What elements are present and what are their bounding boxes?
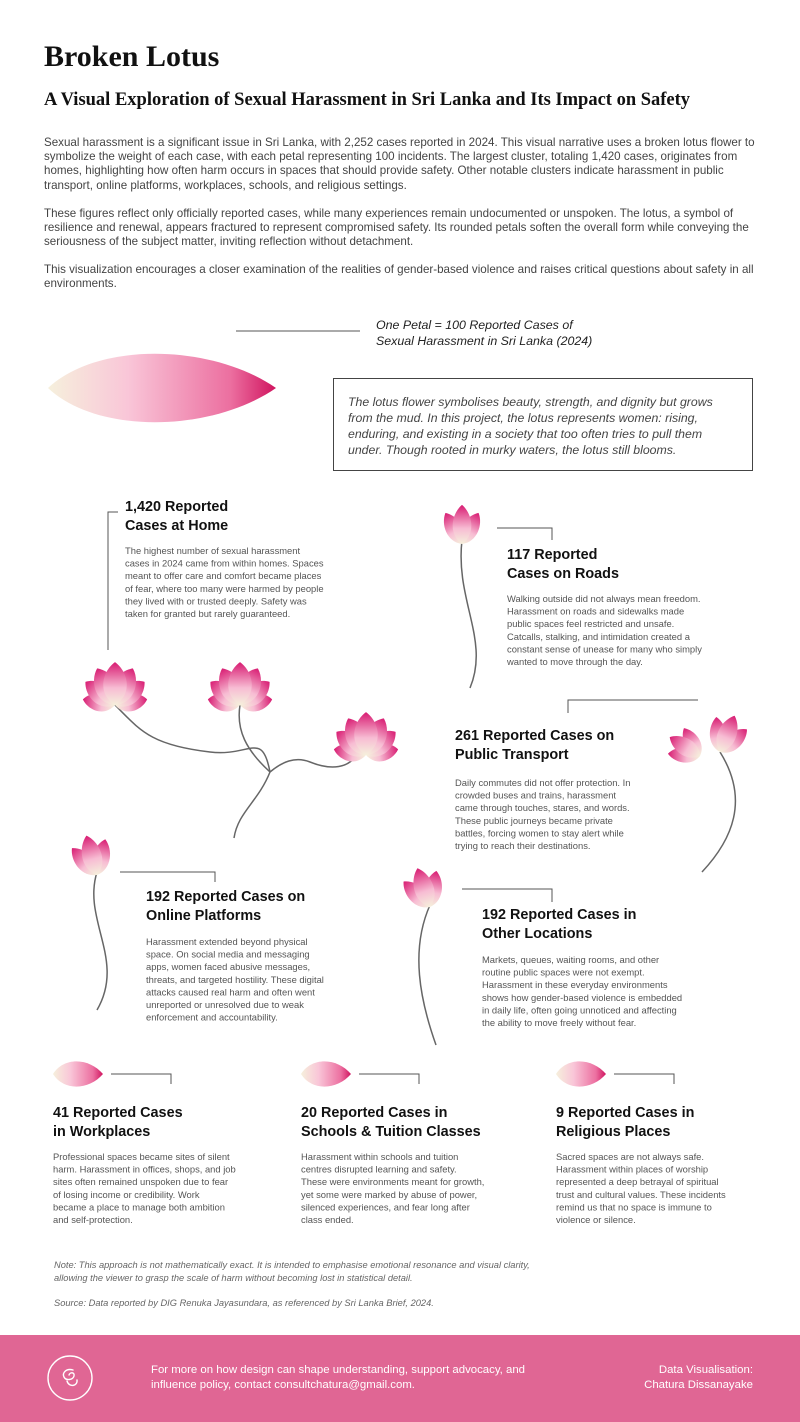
body-religious-line: Harassment within places of worship (556, 1164, 708, 1175)
petal-schools (301, 1061, 351, 1087)
heading-home-line: 1,420 Reported (125, 499, 228, 515)
body-work-line: became a place to manage both ambition (53, 1201, 225, 1212)
body-online-line: attacks caused real harm and often went (146, 986, 315, 997)
heading-roads-line: Cases on Roads (507, 566, 619, 582)
body-religious-line: Sacred spaces are not always safe. (556, 1151, 704, 1162)
leader-line-work (111, 1073, 172, 1084)
body-transport-line: crowded buses and trains, harassment (455, 790, 616, 801)
leader-line-other (462, 888, 553, 902)
body-other-line: Markets, queues, waiting rooms, and othe… (482, 954, 659, 965)
body-home-line: cases in 2024 came from within homes. Sp… (125, 558, 324, 569)
stem-home (114, 704, 271, 773)
stem-online (93, 871, 108, 1011)
heading-transport-line: Public Transport (455, 747, 569, 763)
heading-religious-line: 9 Reported Cases in (556, 1105, 694, 1121)
stem-transport (701, 751, 737, 873)
body-home-line: they lived with or trusted deeply. Safet… (125, 595, 307, 606)
body-schools-line: centres disrupted learning and safety. (301, 1164, 457, 1175)
stem-home (238, 704, 271, 773)
body-online-line: enforcement and accountability. (146, 1012, 278, 1023)
body-home-line: The highest number of sexual harassment (125, 545, 300, 556)
body-online-line: unreported or unresolved due to weak (146, 999, 304, 1010)
body-religious-line: represented a deep betrayal of spiritual (556, 1176, 719, 1187)
body-transport-line: battles, forcing women to stay alert whi… (455, 827, 624, 838)
source-citation: Source: Data reported by DIG Renuka Jaya… (54, 1298, 434, 1308)
body-transport-line: came through touches, stares, and words. (455, 802, 630, 813)
body-home-line: of fear, where too many were harmed by p… (125, 583, 324, 594)
body-online-line: threats, and targeted hostility. These d… (146, 974, 324, 985)
leader-line-transport (567, 699, 698, 713)
footer-credit-line-1: Data Visualisation: (658, 1364, 753, 1376)
body-work-line: of losing income or credibility. Work (53, 1189, 200, 1200)
body-home-line: meant to offer care and comfort became p… (125, 570, 322, 581)
body-schools-line: These were environments meant for growth… (301, 1176, 484, 1187)
stem-other (418, 904, 437, 1046)
footer-contact-text: For more on how design can shape underst… (151, 1364, 526, 1391)
body-transport-line: trying to reach their destinations. (455, 840, 591, 851)
leader-line-religious (614, 1073, 675, 1084)
body-schools-line: class ended. (301, 1214, 354, 1225)
body-home-line: taken for granted but rarely guaranteed. (125, 608, 290, 619)
footer-credit: Data Visualisation: Chatura Dissanayake (644, 1363, 753, 1393)
heading-other-line: 192 Reported Cases in (482, 907, 636, 923)
method-note: Note: This approach is not mathematicall… (54, 1260, 530, 1283)
body-other-line: the ability to move freely without fear. (482, 1017, 636, 1028)
footer-credit-line-2: Chatura Dissanayake (644, 1379, 753, 1391)
footer-banner: For more on how design can shape underst… (0, 1335, 800, 1422)
body-schools-line: Harassment within schools and tuition (301, 1151, 458, 1162)
body-other-line: in daily life, often going unnoticed and… (482, 1004, 677, 1015)
body-transport-line: Daily commutes did not offer protection.… (455, 777, 630, 788)
body-roads-line: Harassment on roads and sidewalks made (507, 606, 684, 617)
stem-home (233, 771, 271, 839)
body-online-line: apps, women faced abusive messages, (146, 961, 310, 972)
stem-roads (460, 539, 478, 689)
heading-home-line: Cases at Home (125, 518, 228, 534)
heading-work-line: 41 Reported Cases (53, 1105, 183, 1121)
heading-religious-line: Religious Places (556, 1124, 670, 1140)
heading-transport-line: 261 Reported Cases on (455, 728, 614, 744)
leader-line-home (107, 511, 118, 650)
body-other-line: routine public spaces were not exempt. (482, 967, 645, 978)
body-work-line: sites often remained unspoken due to fea… (53, 1176, 228, 1187)
body-other-line: Harassment in these everyday environment… (482, 979, 668, 990)
body-roads-line: public spaces feel restricted and unsafe… (507, 618, 674, 629)
body-schools-line: yet some were marked by abuse of power, (301, 1189, 477, 1200)
heading-schools-line: 20 Reported Cases in (301, 1105, 447, 1121)
leader-line-online (120, 871, 216, 882)
body-online-line: Harassment extended beyond physical (146, 936, 308, 947)
body-religious-line: violence or silence. (556, 1214, 636, 1225)
lotus-pictograph: 1,420 Reported Cases at Home The highest n… (48, 330, 747, 1225)
body-work-line: Professional spaces became sites of sile… (53, 1151, 230, 1162)
body-roads-line: wanted to move through the day. (506, 656, 643, 667)
leader-line-roads (497, 527, 553, 540)
heading-roads-line: 117 Reported (507, 547, 597, 563)
body-other-line: shows how gender-based violence is embed… (482, 992, 682, 1003)
leader-line-schools (359, 1073, 420, 1084)
body-work-line: harm. Harassment in offices, shops, and … (53, 1164, 236, 1175)
petal-work (53, 1061, 103, 1087)
body-online-line: space. On social media and messaging (146, 949, 310, 960)
heading-online-line: Online Platforms (146, 908, 261, 924)
body-work-line: and self-protection. (53, 1214, 133, 1225)
heading-work-line: in Workplaces (53, 1124, 150, 1140)
legend-petal (48, 353, 276, 423)
heading-online-line: 192 Reported Cases on (146, 889, 305, 905)
petal-religious (556, 1061, 606, 1087)
body-roads-line: Catcalls, stalking, and intimidation cre… (507, 631, 691, 642)
body-roads-line: Walking outside did not always mean free… (507, 593, 701, 604)
body-schools-line: silenced experiences, and fear long afte… (301, 1201, 470, 1212)
designer-logo-icon (47, 1355, 93, 1401)
body-religious-line: trust and cultural values. These inciden… (556, 1189, 726, 1200)
heading-other-line: Other Locations (482, 926, 592, 942)
body-religious-line: remind us that no space is immune to (556, 1201, 712, 1212)
heading-schools-line: Schools & Tuition Classes (301, 1124, 481, 1140)
body-transport-line: These public journeys became private (455, 815, 613, 826)
body-roads-line: constant sense of unease for many who si… (507, 643, 702, 654)
